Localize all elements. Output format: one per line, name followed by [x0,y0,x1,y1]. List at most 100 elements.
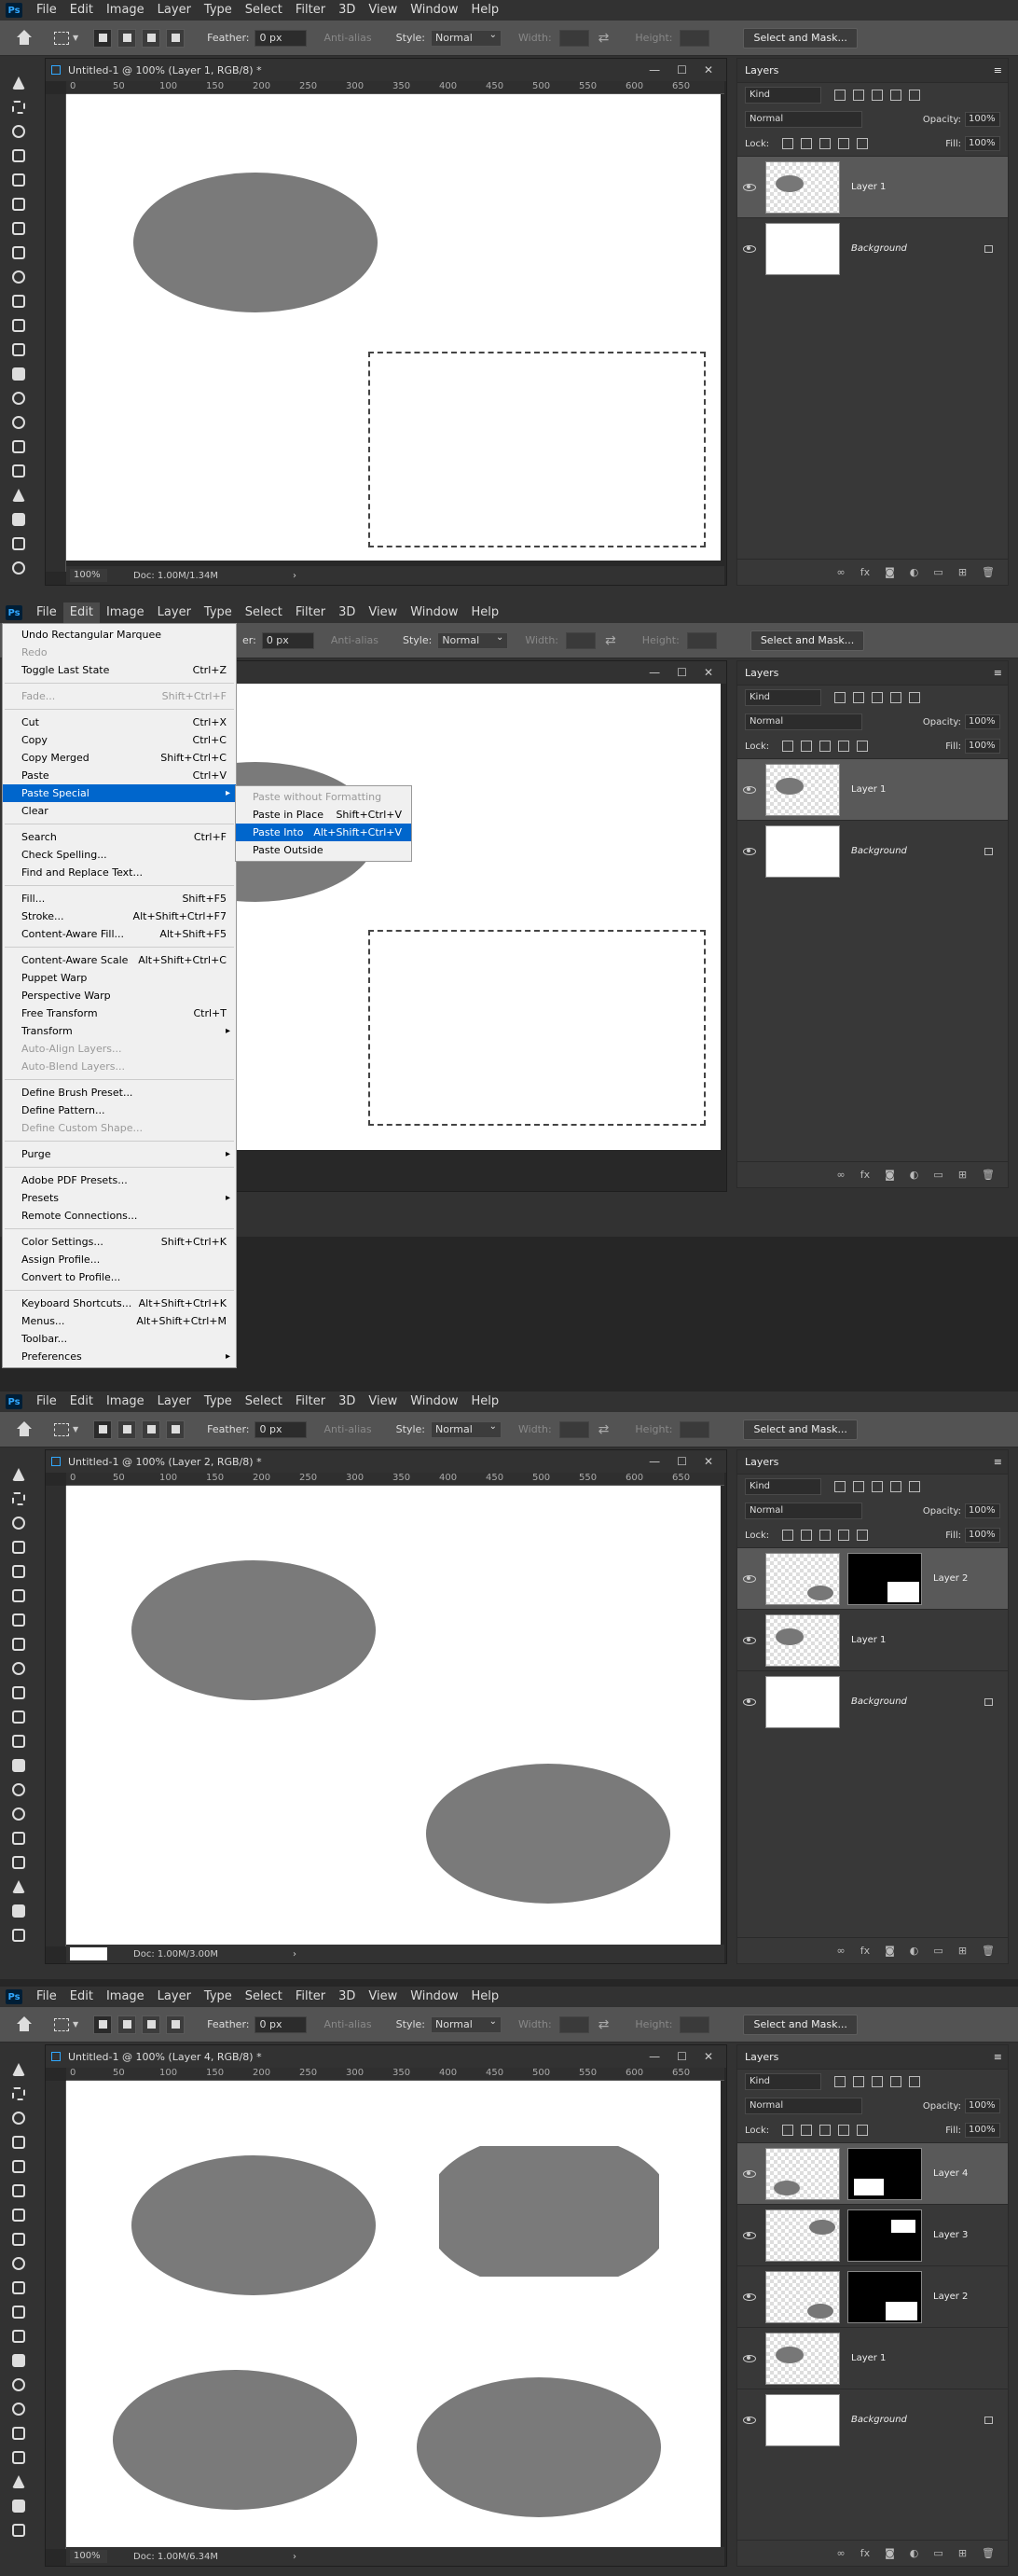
menu-3d[interactable]: 3D [332,602,362,623]
menu-item-paste[interactable]: Paste Ctrl+V [3,767,236,784]
blur-icon[interactable] [0,1778,37,1802]
document-tab[interactable]: Untitled-1 @ 100% (Layer 1, RGB/8) * — ☐… [46,59,726,81]
close-icon[interactable]: ✕ [704,2050,713,2063]
chevron-right-icon[interactable]: › [293,2552,296,2562]
select-and-mask-button[interactable]: Select and Mask... [750,630,865,651]
folder-icon[interactable]: ▭ [933,566,942,578]
lasso-tool-icon[interactable] [0,2106,37,2130]
menu-layer[interactable]: Layer [151,0,198,21]
healing-brush-icon[interactable] [0,241,37,265]
menu-3d[interactable]: 3D [332,1987,362,2007]
kind-filter-select[interactable]: Kind [745,1478,821,1495]
shape-filter-icon[interactable] [890,90,901,101]
lock-transparent-icon[interactable] [782,741,794,752]
menu-item-find-and-replace-text[interactable]: Find and Replace Text... [3,864,236,881]
magic-wand-icon[interactable] [0,1535,37,1559]
path-selection-icon[interactable] [0,1875,37,1899]
hand-tool-icon[interactable] [0,532,37,556]
style-select[interactable]: Normal [437,630,509,649]
magic-wand-icon[interactable] [0,2130,37,2154]
layer-mask-thumbnail[interactable] [847,2209,922,2262]
healing-brush-icon[interactable] [0,2227,37,2251]
mask-icon[interactable]: ◙ [885,2547,895,2559]
lock-artboard-icon[interactable] [838,2125,850,2136]
menu-select[interactable]: Select [239,602,289,623]
eye-icon[interactable] [743,1636,756,1644]
healing-brush-icon[interactable] [0,1632,37,1656]
lock-all-icon[interactable] [857,2125,869,2136]
layers-tab[interactable]: Layers [745,667,778,679]
menu-item-toolbar[interactable]: Toolbar... [3,1330,236,1348]
marquee-tool-icon[interactable] [0,2082,37,2106]
chevron-down-icon[interactable]: ▼ [73,34,78,42]
style-select[interactable]: Normal [431,1420,502,1438]
fx-icon[interactable]: fx [860,1169,870,1181]
eye-icon[interactable] [743,2169,756,2178]
link-icon[interactable]: ∞ [837,1169,846,1181]
menu-item-transform[interactable]: Transform [3,1022,236,1040]
chevron-down-icon[interactable]: ▼ [73,2020,78,2029]
antialias-checkbox[interactable]: Anti-alias [323,2018,371,2030]
frame-tool-icon[interactable] [0,2179,37,2203]
eyedropper-icon[interactable] [0,2203,37,2227]
layer-name[interactable]: Layer 4 [933,2168,968,2179]
dodge-icon[interactable] [0,2397,37,2421]
layer-name[interactable]: Background [851,1697,907,1707]
lock-pixels-icon[interactable] [801,2125,813,2136]
pixel-filter-icon[interactable] [834,90,846,101]
blend-mode-select[interactable]: Normal [745,2098,862,2114]
menu-help[interactable]: Help [465,0,506,21]
fill-input[interactable]: 100% [965,1528,1000,1543]
eraser-icon[interactable] [0,338,37,362]
menu-item-undo-rectangular-marquee[interactable]: Undo Rectangular Marquee [3,626,236,644]
lock-position-icon[interactable] [819,741,832,752]
smart-object-filter-icon[interactable] [909,2076,920,2087]
lock-artboard-icon[interactable] [838,138,850,149]
antialias-checkbox[interactable]: Anti-alias [323,32,371,44]
gradient-icon[interactable] [0,362,37,386]
menu-item-perspective-warp[interactable]: Perspective Warp [3,987,236,1004]
history-brush-icon[interactable] [0,1705,37,1729]
layers-tab[interactable]: Layers [745,64,778,76]
menu-layer[interactable]: Layer [151,1392,198,1412]
trash-icon[interactable]: 🗑 [982,566,995,578]
shape-filter-icon[interactable] [890,692,901,703]
menu-layer[interactable]: Layer [151,1987,198,2007]
menu-filter[interactable]: Filter [289,0,332,21]
new-layer-icon[interactable]: ⊞ [958,1945,967,1957]
panel-menu-icon[interactable]: ≡ [994,1456,1002,1468]
menu-file[interactable]: File [30,1392,63,1412]
eye-icon[interactable] [743,183,756,191]
clone-stamp-icon[interactable] [0,2276,37,2300]
gradient-icon[interactable] [0,2348,37,2373]
feather-input[interactable]: 0 px [254,2015,308,2033]
layer-row[interactable]: Layer 2 [737,2265,1008,2327]
lock-position-icon[interactable] [819,138,832,149]
kind-filter-select[interactable]: Kind [745,2073,821,2090]
lock-transparent-icon[interactable] [782,1530,794,1541]
select-and-mask-button[interactable]: Select and Mask... [743,1419,858,1440]
new-layer-icon[interactable]: ⊞ [958,1169,967,1181]
fx-icon[interactable]: fx [860,1945,870,1957]
new-selection-button[interactable] [93,1420,113,1439]
hand-tool-icon[interactable] [0,1923,37,1947]
antialias-checkbox[interactable]: Anti-alias [323,1423,371,1435]
adjustment-icon[interactable]: ◐ [910,1945,919,1957]
layer-row[interactable]: Layer 1 [737,758,1008,820]
link-icon[interactable]: ∞ [837,1945,846,1957]
adjustment-filter-icon[interactable] [853,1481,864,1492]
new-layer-icon[interactable]: ⊞ [958,566,967,578]
menu-file[interactable]: File [30,602,63,623]
blend-mode-select[interactable]: Normal [745,111,862,128]
new-selection-button[interactable] [93,2015,113,2034]
adjustment-icon[interactable]: ◐ [910,1169,919,1181]
brush-tool-icon[interactable] [0,265,37,289]
menu-item-paste-outside[interactable]: Paste Outside [236,841,411,859]
layer-name[interactable]: Layer 2 [933,1573,968,1584]
move-tool-icon[interactable] [0,2057,37,2082]
layers-tab[interactable]: Layers [745,2051,778,2063]
home-icon[interactable] [15,2015,34,2033]
fx-icon[interactable]: fx [860,2547,870,2559]
menu-item-preferences[interactable]: Preferences [3,1348,236,1365]
width-input[interactable] [566,631,596,649]
